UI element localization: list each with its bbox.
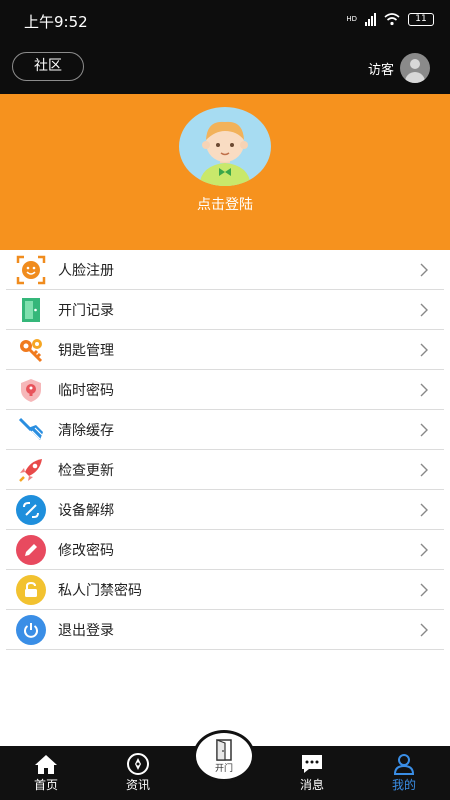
open-door-label: 开门: [214, 763, 233, 774]
menu-item-label: 私人门禁密码: [58, 582, 142, 599]
menu-item-clear-cache[interactable]: 清除缓存: [6, 410, 444, 450]
lock-icon: [16, 574, 46, 605]
key-icon: [16, 335, 46, 365]
chevron-right-icon: [420, 503, 428, 517]
menu-item-key-management[interactable]: 钥匙管理: [6, 330, 444, 370]
signal-icon: [365, 12, 376, 26]
unbind-icon: [16, 494, 46, 525]
menu-item-logout[interactable]: 退出登录: [6, 610, 444, 650]
pencil-icon: [16, 534, 46, 565]
menu-item-label: 修改密码: [58, 542, 114, 559]
chevron-right-icon: [420, 383, 428, 397]
visitor-profile[interactable]: 访客: [368, 53, 430, 83]
door-icon: [216, 738, 232, 761]
wifi-icon: [384, 12, 400, 25]
rocket-icon: [16, 455, 46, 485]
chevron-right-icon: [420, 263, 428, 277]
battery-icon: 11: [408, 12, 434, 26]
power-icon: [16, 614, 46, 645]
chevron-right-icon: [420, 303, 428, 317]
menu-item-temp-password[interactable]: 临时密码: [6, 370, 444, 410]
menu-item-door-record[interactable]: 开门记录: [6, 290, 444, 330]
status-icons: HD 11: [346, 12, 434, 26]
top-header: 上午9:52 HD 11 社区 访客: [0, 0, 450, 94]
menu-item-label: 开门记录: [58, 302, 114, 319]
network-type-label: HD: [346, 15, 357, 23]
chevron-right-icon: [420, 623, 428, 637]
chat-icon: [302, 755, 322, 773]
tab-label: 首页: [33, 778, 58, 792]
menu-item-private-access-password[interactable]: 私人门禁密码: [6, 570, 444, 610]
menu-item-label: 退出登录: [58, 622, 114, 639]
menu-item-label: 人脸注册: [58, 262, 114, 279]
temp-password-icon: [16, 375, 46, 405]
menu-item-label: 设备解绑: [58, 502, 114, 519]
chevron-right-icon: [420, 423, 428, 437]
chevron-right-icon: [420, 463, 428, 477]
chevron-right-icon: [420, 343, 428, 357]
home-icon: [35, 755, 57, 774]
avatar[interactable]: [179, 107, 271, 186]
tab-messages[interactable]: 消息: [282, 752, 342, 793]
visitor-avatar-icon: [400, 53, 430, 83]
profile-banner: 点击登陆: [0, 94, 450, 250]
menu-item-device-unbind[interactable]: 设备解绑: [6, 490, 444, 530]
tab-label: 资讯: [125, 778, 150, 792]
tab-mine[interactable]: 我的: [374, 752, 434, 793]
menu-item-check-update[interactable]: 检查更新: [6, 450, 444, 490]
compass-icon: [127, 753, 149, 775]
settings-menu: 人脸注册 开门记录 钥匙管理 临时密码 清除缓存 检查更新 设备解绑 修改密码 …: [0, 250, 450, 650]
status-bar: 上午9:52 HD 11: [0, 0, 450, 40]
menu-item-label: 临时密码: [58, 382, 114, 399]
chevron-right-icon: [420, 543, 428, 557]
tab-home[interactable]: 首页: [16, 752, 76, 793]
status-time: 上午9:52: [24, 13, 88, 31]
user-icon: [393, 754, 415, 775]
community-button[interactable]: 社区: [12, 52, 84, 81]
visitor-label: 访客: [367, 62, 394, 78]
open-door-button[interactable]: 开门: [193, 730, 255, 782]
menu-item-change-password[interactable]: 修改密码: [6, 530, 444, 570]
tab-news[interactable]: 资讯: [108, 752, 168, 793]
boy-avatar-icon: [199, 121, 251, 186]
menu-item-label: 清除缓存: [58, 422, 114, 439]
menu-item-label: 钥匙管理: [58, 342, 114, 359]
chevron-right-icon: [420, 583, 428, 597]
tab-label: 我的: [391, 778, 416, 792]
broom-icon: [16, 415, 46, 445]
menu-item-label: 检查更新: [58, 462, 114, 479]
menu-item-face-register[interactable]: 人脸注册: [6, 250, 444, 290]
login-link[interactable]: 点击登陆: [0, 194, 450, 214]
door-record-icon: [16, 295, 46, 325]
face-scan-icon: [16, 255, 46, 285]
tab-label: 消息: [299, 778, 324, 792]
